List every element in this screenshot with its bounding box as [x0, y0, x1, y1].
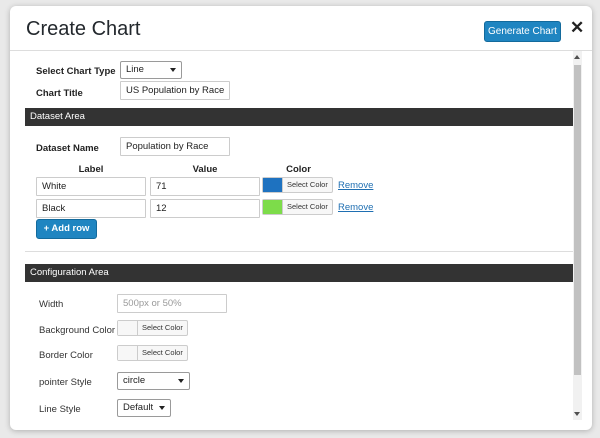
width-input[interactable]: 500px or 50% [117, 294, 227, 313]
column-header-label: Label [78, 164, 104, 175]
select-color-label: Select Color [287, 180, 328, 189]
line-style-label: Line Style [39, 404, 81, 415]
chart-title-label: Chart Title [36, 88, 83, 99]
chart-type-label: Select Chart Type [36, 66, 116, 77]
column-header-color: Color [286, 164, 311, 175]
chart-title-input[interactable]: US Population by Race [120, 81, 230, 100]
color-swatch [118, 321, 138, 335]
row-label-input[interactable]: Black [36, 199, 146, 218]
vertical-scrollbar[interactable] [573, 51, 582, 420]
close-icon[interactable]: ✕ [570, 19, 584, 37]
select-color-label: Select Color [142, 348, 183, 357]
line-style-value: Default [123, 402, 154, 413]
remove-row-link[interactable]: Remove [338, 180, 373, 191]
background-color-picker[interactable]: Select Color [117, 320, 188, 336]
chevron-down-icon [170, 68, 176, 72]
select-color-label: Select Color [142, 323, 183, 332]
color-swatch [263, 178, 283, 192]
remove-row-link[interactable]: Remove [338, 202, 373, 213]
select-color-label: Select Color [287, 202, 328, 211]
row-color-picker[interactable]: Select Color [262, 177, 333, 193]
chart-type-value: Line [126, 64, 144, 75]
dataset-name-label: Dataset Name [36, 143, 99, 154]
row-color-picker[interactable]: Select Color [262, 199, 333, 215]
scroll-down-icon[interactable] [574, 412, 580, 416]
configuration-area-header: Configuration Area [25, 264, 573, 282]
color-swatch [118, 346, 138, 360]
pointer-style-value: circle [123, 375, 146, 386]
color-swatch [263, 200, 283, 214]
generate-chart-button[interactable]: Generate Chart [484, 21, 561, 42]
modal-title: Create Chart [26, 18, 141, 40]
section-divider [25, 251, 573, 252]
chevron-down-icon [178, 379, 184, 383]
chevron-down-icon [159, 406, 165, 410]
chart-type-select[interactable]: Line [120, 61, 182, 79]
border-color-label: Border Color [39, 350, 93, 361]
border-color-picker[interactable]: Select Color [117, 345, 188, 361]
row-value-input[interactable]: 71 [150, 177, 260, 196]
scrollbar-thumb[interactable] [574, 65, 581, 375]
background-color-label: Background Color [39, 325, 116, 336]
column-header-value: Value [192, 164, 218, 175]
dataset-area-header: Dataset Area [25, 108, 573, 126]
row-value-input[interactable]: 12 [150, 199, 260, 218]
create-chart-modal: Create Chart Generate Chart ✕ Select Cha… [10, 6, 592, 430]
scroll-up-icon[interactable] [574, 55, 580, 59]
add-row-button[interactable]: + Add row [36, 219, 97, 239]
line-style-select[interactable]: Default [117, 399, 171, 417]
pointer-style-select[interactable]: circle [117, 372, 190, 390]
modal-body: Select Chart Type Line Chart Title US Po… [10, 50, 592, 430]
row-label-input[interactable]: White [36, 177, 146, 196]
pointer-style-label: pointer Style [39, 377, 92, 388]
width-label: Width [39, 299, 64, 310]
dataset-name-input[interactable]: Population by Race [120, 137, 230, 156]
